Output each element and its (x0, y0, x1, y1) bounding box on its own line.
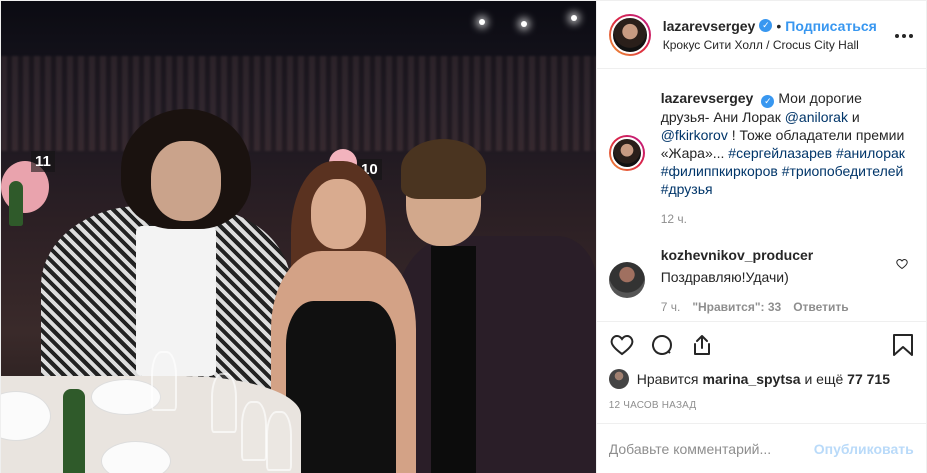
person-lorak-dress (286, 301, 396, 473)
heart-icon[interactable] (609, 332, 635, 358)
person-lazarev-shirt (431, 246, 476, 473)
caption-avatar[interactable] (608, 135, 645, 171)
like-comment-heart-icon[interactable] (896, 258, 908, 270)
location-link[interactable]: Крокус Сити Холл / Crocus City Hall (663, 38, 877, 52)
comment-input[interactable] (608, 441, 814, 457)
likes-summary: Нравится marina_spytsa и ещё 77 715 (608, 368, 916, 390)
person-kirkorov-face (151, 141, 221, 221)
caption-username[interactable]: lazarevsergey (661, 90, 754, 106)
hashtag-link[interactable]: #друзья (661, 181, 713, 197)
stage-light (521, 21, 527, 27)
hashtag-link[interactable]: #сергейлазарев (728, 145, 832, 161)
post-actions: Нравится marina_spytsa и ещё 77 715 12 Ч… (596, 321, 927, 414)
stage-light (571, 15, 577, 21)
likes-count[interactable]: 77 715 (847, 371, 890, 387)
wine-glass (266, 411, 292, 471)
wine-glass (241, 401, 267, 461)
hashtag-link[interactable]: #триопобедителей (782, 163, 904, 179)
photo-background-crowd (1, 56, 596, 151)
liker-username[interactable]: marina_spytsa (703, 371, 801, 387)
likes-prefix: Нравится (636, 371, 699, 387)
hashtag-link[interactable]: #филиппкиркоров (661, 163, 778, 179)
bookmark-icon[interactable] (890, 332, 916, 358)
mention-link[interactable]: @anilorak (785, 109, 848, 125)
comment-time[interactable]: 7 ч. (661, 298, 681, 316)
comment-icon[interactable] (649, 332, 675, 358)
person-lazarev-jacket (396, 236, 596, 473)
instagram-post: 11 10 lazarevsergey ✓ • Подписаться Крок… (0, 0, 927, 473)
share-icon[interactable] (689, 332, 715, 358)
verified-badge-icon: ✓ (759, 19, 773, 32)
wine-glass (211, 373, 237, 433)
likes-suffix: и ещё (800, 371, 848, 387)
post-timestamp[interactable]: 12 ЧАСОВ НАЗАД (609, 400, 916, 414)
person-lazarev-hair (401, 139, 486, 199)
caption-text: и (847, 109, 860, 125)
caption-time[interactable]: 12 ч. (661, 210, 687, 228)
verified-badge-icon: ✓ (761, 95, 775, 108)
person-lorak-face (311, 179, 366, 249)
comment-text: Поздравляю!Удачи) (660, 269, 789, 285)
more-horizontal-icon[interactable] (894, 23, 914, 43)
wine-glass (151, 351, 177, 411)
comment-likes[interactable]: "Нравится": 33 (692, 298, 781, 316)
avatar[interactable] (608, 13, 651, 56)
post-caption: lazarevsergey ✓ Мои дорогие друзья- Ани Ло… (608, 89, 912, 228)
plate (101, 441, 171, 473)
stage-light (479, 19, 485, 25)
follow-button[interactable]: Подписаться (785, 18, 877, 34)
post-photo[interactable]: 11 10 (1, 1, 596, 473)
comment-item: kozhevnikov_producer Поздравляю!Удачи) 7… (608, 246, 912, 316)
commenter-username[interactable]: kozhevnikov_producer (661, 247, 814, 263)
liker-avatar[interactable] (608, 369, 629, 389)
add-comment-bar: Опубликовать (596, 423, 927, 473)
mention-link[interactable]: @fkirkorov (661, 127, 728, 143)
hashtag-link[interactable]: #анилорак (836, 145, 905, 161)
person-kirkorov-shirt (136, 226, 216, 376)
comments-list: lazarevsergey ✓ Мои дорогие друзья- Ани Ло… (597, 69, 926, 321)
commenter-avatar[interactable] (608, 262, 645, 298)
separator-dot: • (776, 17, 782, 34)
author-username[interactable]: lazarevsergey (663, 18, 756, 34)
table-number: 11 (31, 151, 55, 172)
reply-button[interactable]: Ответить (793, 298, 848, 316)
bottle (9, 181, 23, 226)
post-header: lazarevsergey ✓ • Подписаться Крокус Сит… (596, 1, 926, 69)
publish-button[interactable]: Опубликовать (814, 441, 914, 457)
bottle (63, 389, 85, 473)
post-side-panel: lazarevsergey ✓ • Подписаться Крокус Сит… (595, 1, 927, 473)
